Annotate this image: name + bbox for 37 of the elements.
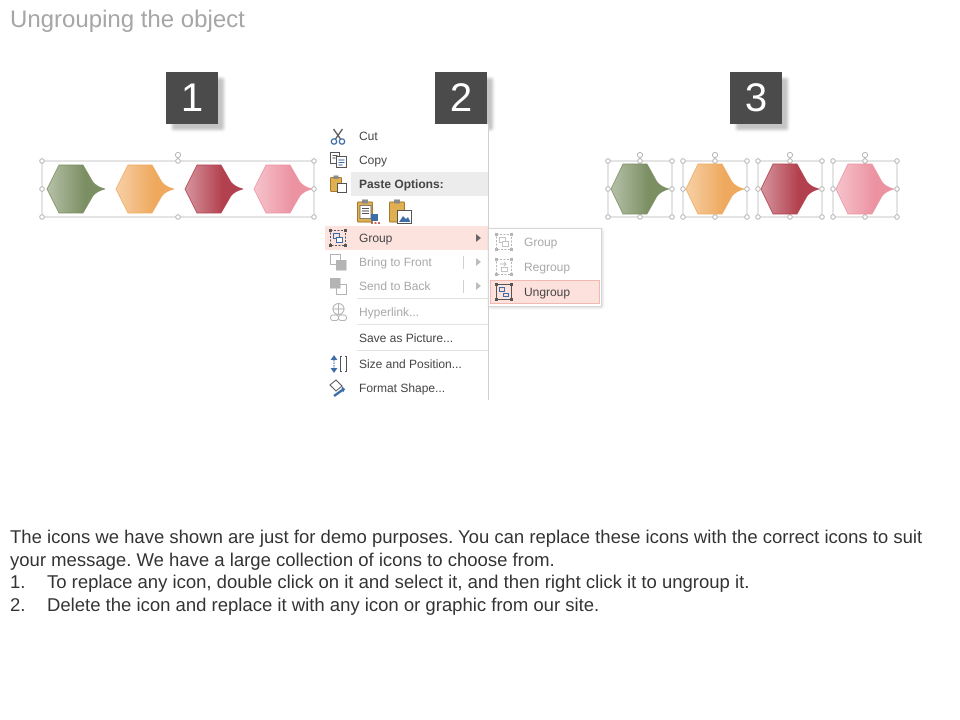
menu-item[interactable]: Cut bbox=[325, 124, 488, 148]
menu-item[interactable]: Copy bbox=[325, 148, 488, 172]
bring-to-front-icon bbox=[330, 254, 346, 270]
slide-title: Ungrouping the object bbox=[9, 5, 246, 34]
menu-item[interactable]: Save as Picture... bbox=[325, 326, 488, 350]
copy-icon bbox=[330, 152, 346, 168]
menu-item[interactable]: Group bbox=[325, 226, 488, 250]
step-number-badge: 2 bbox=[435, 72, 487, 124]
menu-item[interactable]: Ungroup bbox=[490, 280, 600, 304]
list-item-text: Delete the icon and replace it with any icon or graphic from our site. bbox=[47, 594, 600, 616]
clipboard-text-icon[interactable] bbox=[357, 198, 380, 224]
scissors-icon bbox=[330, 128, 346, 144]
selection-frame[interactable] bbox=[39, 152, 317, 220]
clipboard-picture-icon[interactable] bbox=[389, 198, 412, 224]
menu-item[interactable]: Size and Position... bbox=[325, 352, 488, 376]
globe-link-icon bbox=[330, 303, 346, 321]
paint-bucket-icon bbox=[329, 379, 347, 397]
step-number-badge: 1 bbox=[166, 72, 218, 124]
regroup-icon bbox=[495, 258, 513, 276]
ungroup-icon bbox=[495, 283, 513, 301]
step-number-badge: 3 bbox=[730, 72, 782, 124]
list-number: 2. bbox=[10, 594, 26, 616]
group-objects-icon bbox=[329, 229, 347, 247]
menu-item[interactable]: Format Shape... bbox=[325, 376, 488, 400]
list-number: 1. bbox=[10, 571, 26, 594]
list-item-text: To replace any icon, double click on it and select it, and then right click it to ungroup it. bbox=[47, 571, 750, 594]
send-to-back-icon bbox=[330, 278, 346, 294]
group-objects-icon bbox=[495, 233, 513, 251]
caret-icon bbox=[476, 282, 481, 290]
selection-frame[interactable] bbox=[605, 152, 675, 220]
size-arrows-icon bbox=[330, 355, 346, 373]
caret-icon bbox=[476, 258, 481, 266]
menu-section-header: Paste Options: bbox=[351, 172, 488, 196]
selection-frame[interactable] bbox=[755, 152, 825, 220]
description-paragraph: The icons we have shown are just for demo purposes. You can replace these icons with the correct icons to suit your message. We have a large collection of icons to choose from. bbox=[10, 526, 924, 571]
clipboard-icon bbox=[330, 175, 346, 193]
caret-icon bbox=[476, 234, 481, 242]
